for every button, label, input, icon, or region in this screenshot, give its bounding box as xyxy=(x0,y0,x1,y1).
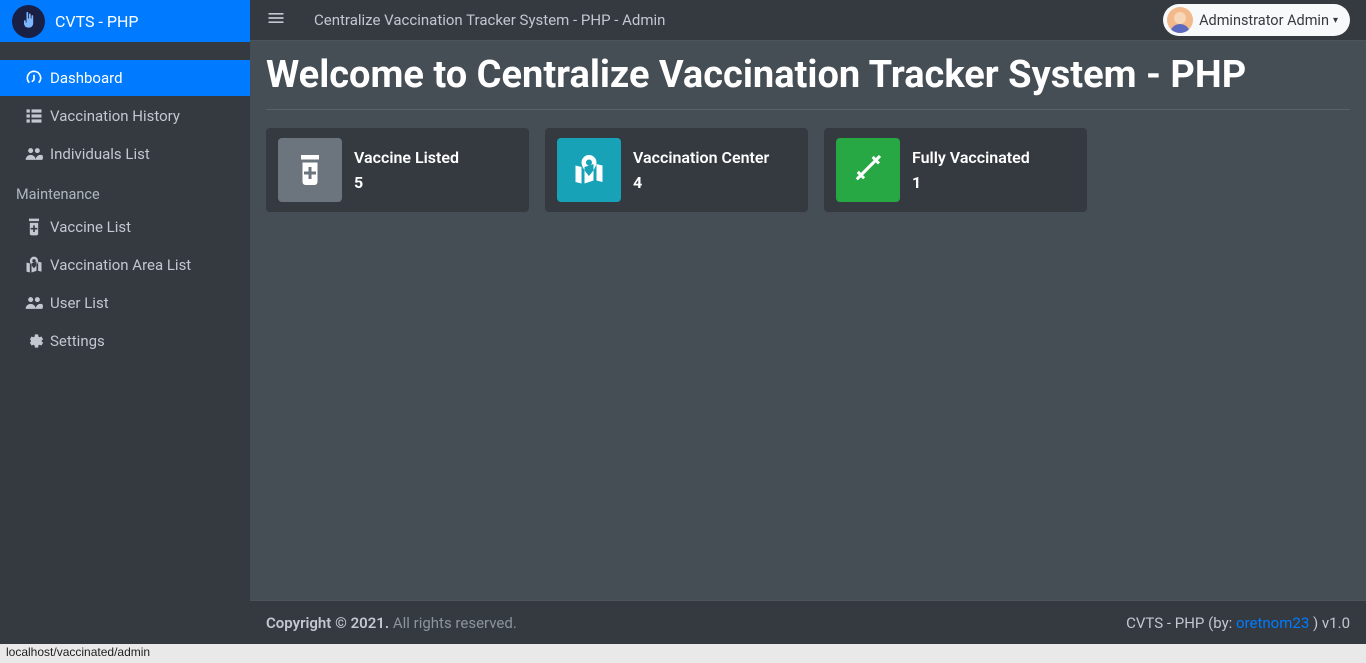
prescription-bottle-icon xyxy=(24,217,50,237)
map-marked-icon xyxy=(557,138,621,202)
avatar xyxy=(1167,7,1193,33)
brand-logo xyxy=(12,5,45,38)
sidebar: CVTS - PHP Dashboard Vaccination History… xyxy=(0,0,250,663)
sidebar-header-maintenance: Maintenance xyxy=(0,174,250,209)
sidebar-item-label: Settings xyxy=(50,332,105,350)
divider xyxy=(266,109,1350,110)
sidebar-item-vaccination-area-list[interactable]: Vaccination Area List xyxy=(8,247,242,283)
status-url: localhost/vaccinated/admin xyxy=(6,645,150,659)
info-box-value: 1 xyxy=(912,173,1030,192)
browser-status-bar: localhost/vaccinated/admin xyxy=(0,644,1366,663)
th-list-icon xyxy=(24,106,50,126)
footer-credit-link[interactable]: oretnom23 xyxy=(1236,614,1309,632)
dashboard-icon xyxy=(24,68,50,88)
sidebar-toggle-button[interactable] xyxy=(266,8,286,32)
syringe-icon xyxy=(836,138,900,202)
info-box-text: Vaccination Center 4 xyxy=(633,148,769,192)
info-box-label: Vaccine Listed xyxy=(354,148,459,167)
sidebar-item-label: User List xyxy=(50,294,109,312)
sidebar-item-settings[interactable]: Settings xyxy=(8,323,242,359)
footer-right-suffix: ) v1.0 xyxy=(1309,614,1350,632)
footer-copyright-rest: All rights reserved. xyxy=(389,614,517,632)
info-box-vaccination-center: Vaccination Center 4 xyxy=(545,128,808,212)
info-box-value: 4 xyxy=(633,173,769,192)
user-name-label: Adminstrator Admin xyxy=(1199,12,1329,29)
info-box-fully-vaccinated: Fully Vaccinated 1 xyxy=(824,128,1087,212)
user-menu-toggle[interactable]: Adminstrator Admin ▾ xyxy=(1163,4,1350,36)
content: Welcome to Centralize Vaccination Tracke… xyxy=(250,41,1366,272)
footer: Copyright © 2021. All rights reserved. C… xyxy=(250,600,1366,644)
sidebar-item-label: Individuals List xyxy=(50,145,150,163)
sidebar-item-label: Vaccine List xyxy=(50,218,131,236)
sidebar-item-user-list[interactable]: User List xyxy=(8,285,242,321)
sidebar-item-vaccine-list[interactable]: Vaccine List xyxy=(8,209,242,245)
main-panel: Centralize Vaccination Tracker System - … xyxy=(250,0,1366,663)
prescription-bottle-icon xyxy=(278,138,342,202)
map-marked-icon xyxy=(24,255,50,275)
hand-icon xyxy=(19,11,39,31)
bars-icon xyxy=(266,8,286,28)
sidebar-item-label: Vaccination History xyxy=(50,107,180,125)
cogs-icon xyxy=(24,331,50,351)
page-title: Welcome to Centralize Vaccination Tracke… xyxy=(266,55,1350,97)
footer-right-prefix: CVTS - PHP (by: xyxy=(1126,614,1236,632)
info-box-label: Vaccination Center xyxy=(633,148,769,167)
users-icon xyxy=(24,144,50,164)
info-box-text: Vaccine Listed 5 xyxy=(354,148,459,192)
info-box-text: Fully Vaccinated 1 xyxy=(912,148,1030,192)
footer-copyright-strong: Copyright © 2021. xyxy=(266,614,389,632)
info-box-row: Vaccine Listed 5 Vaccination Center 4 xyxy=(266,128,1350,212)
sidebar-nav: Dashboard Vaccination History Individual… xyxy=(0,42,250,359)
sidebar-item-label: Vaccination Area List xyxy=(50,256,191,274)
info-box-value: 5 xyxy=(354,173,459,192)
brand-link[interactable]: CVTS - PHP xyxy=(0,0,250,42)
sidebar-item-vaccination-history[interactable]: Vaccination History xyxy=(8,98,242,134)
navbar-title: Centralize Vaccination Tracker System - … xyxy=(314,11,665,29)
sidebar-item-individuals-list[interactable]: Individuals List xyxy=(8,136,242,172)
footer-right: CVTS - PHP (by: oretnom23 ) v1.0 xyxy=(1126,614,1350,632)
info-box-vaccine-listed: Vaccine Listed 5 xyxy=(266,128,529,212)
top-navbar: Centralize Vaccination Tracker System - … xyxy=(250,0,1366,41)
sidebar-item-label: Dashboard xyxy=(50,69,123,87)
brand-title: CVTS - PHP xyxy=(55,12,138,31)
chevron-down-icon: ▾ xyxy=(1333,15,1338,26)
users-icon xyxy=(24,293,50,313)
sidebar-item-dashboard[interactable]: Dashboard xyxy=(0,60,250,96)
info-box-label: Fully Vaccinated xyxy=(912,148,1030,167)
